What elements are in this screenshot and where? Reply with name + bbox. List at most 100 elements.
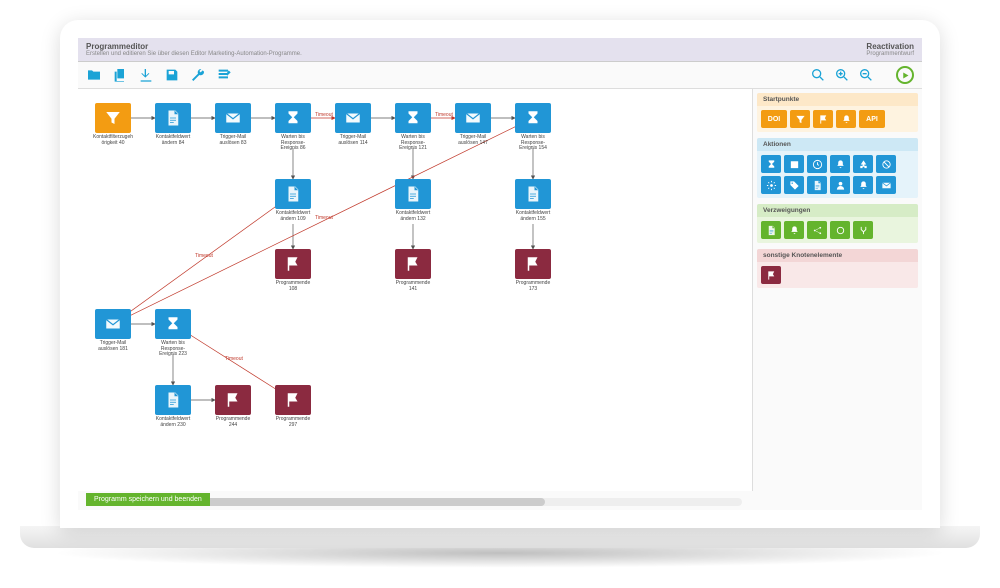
- flow-node[interactable]: Kontaktfeldwert ändern 155: [512, 179, 554, 222]
- node-label: Warten bis Response-Ereignis 154: [512, 135, 554, 152]
- palette-file-icon[interactable]: [761, 221, 781, 239]
- flow-node[interactable]: Warten bis Response-Ereignis 86: [272, 103, 314, 152]
- hourglass-icon: [275, 103, 311, 133]
- flow-node[interactable]: Programmende 297: [272, 385, 314, 428]
- flow-node[interactable]: Kontaktfilterzugehörigkeit 40: [92, 103, 134, 146]
- node-label: Warten bis Response-Ereignis 223: [152, 341, 194, 358]
- palette-split-icon[interactable]: [853, 221, 873, 239]
- palette-tree-icon[interactable]: [853, 155, 873, 173]
- download-icon[interactable]: [138, 67, 154, 83]
- file-icon: [275, 179, 311, 209]
- palette-group-orange: StartpunkteDOIAPI: [757, 93, 918, 132]
- file-icon: [155, 385, 191, 415]
- palette-flag-icon[interactable]: [761, 266, 781, 284]
- save-icon[interactable]: [164, 67, 180, 83]
- flow-node[interactable]: Kontaktfeldwert ändern 132: [392, 179, 434, 222]
- zoom-in-icon[interactable]: [834, 67, 850, 83]
- flow-node[interactable]: Programmende 108: [272, 249, 314, 292]
- palette-doi[interactable]: DOI: [761, 110, 787, 128]
- edge-label: Timeout: [315, 215, 333, 221]
- palette-bell-icon[interactable]: [830, 155, 850, 173]
- palette-group-title: sonstige Knotenelemente: [757, 249, 918, 262]
- flow-node[interactable]: Programmende 141: [392, 249, 434, 292]
- palette-bell-icon[interactable]: [784, 221, 804, 239]
- palette-group-green: Verzweigungen: [757, 204, 918, 243]
- palette-share-icon[interactable]: [807, 221, 827, 239]
- file-icon: [155, 103, 191, 133]
- program-name: Reactivation: [866, 42, 914, 51]
- node-label: Warten bis Response-Ereignis 86: [272, 135, 314, 152]
- node-label: Kontaktfeldwert ändern 84: [152, 135, 194, 146]
- flag-icon: [275, 385, 311, 415]
- wrench-icon[interactable]: [190, 67, 206, 83]
- palette-api[interactable]: API: [859, 110, 885, 128]
- flow-node[interactable]: Programmende 244: [212, 385, 254, 428]
- palette-gear-icon[interactable]: [761, 176, 781, 194]
- edge-label: Timeout: [225, 356, 243, 362]
- hourglass-icon: [515, 103, 551, 133]
- palette-circle-icon[interactable]: [830, 221, 850, 239]
- zoom-reset-icon[interactable]: [810, 67, 826, 83]
- palette-sidebar: StartpunkteDOIAPIAktionenVerzweigungenso…: [752, 89, 922, 491]
- mail-icon: [215, 103, 251, 133]
- palette-group-red: sonstige Knotenelemente: [757, 249, 918, 288]
- checklist-icon[interactable]: [216, 67, 232, 83]
- hourglass-icon: [395, 103, 431, 133]
- flag-icon: [275, 249, 311, 279]
- copy-icon[interactable]: [112, 67, 128, 83]
- node-label: Programmende 108: [272, 281, 314, 292]
- edge-label: Timeout: [315, 112, 333, 118]
- page-subtitle: Erstellen und editieren Sie über diesen …: [86, 51, 302, 57]
- palette-ban-icon[interactable]: [876, 155, 896, 173]
- palette-file-icon[interactable]: [807, 176, 827, 194]
- node-label: Kontaktfeldwert ändern 155: [512, 211, 554, 222]
- node-label: Kontaktfilterzugehörigkeit 40: [92, 135, 134, 146]
- palette-bell-icon[interactable]: [836, 110, 856, 128]
- node-label: Kontaktfeldwert ändern 132: [392, 211, 434, 222]
- node-label: Trigger-Mail auslösen 181: [92, 341, 134, 352]
- flag-icon: [215, 385, 251, 415]
- flow-node[interactable]: Trigger-Mail auslösen 114: [332, 103, 374, 146]
- flow-node[interactable]: Warten bis Response-Ereignis 223: [152, 309, 194, 358]
- save-and-close-button[interactable]: Programm speichern und beenden: [86, 493, 210, 506]
- palette-funnel-icon[interactable]: [790, 110, 810, 128]
- palette-group-title: Verzweigungen: [757, 204, 918, 217]
- flow-canvas[interactable]: Kontaktfilterzugehörigkeit 40 Kontaktfeld…: [78, 89, 752, 491]
- mail-icon: [335, 103, 371, 133]
- flow-node[interactable]: Kontaktfeldwert ändern 109: [272, 179, 314, 222]
- palette-tag-icon[interactable]: [784, 176, 804, 194]
- palette-hourglass-icon[interactable]: [761, 155, 781, 173]
- folder-icon[interactable]: [86, 67, 102, 83]
- mail-icon: [455, 103, 491, 133]
- funnel-icon: [95, 103, 131, 133]
- palette-group-blue: Aktionen: [757, 138, 918, 198]
- hourglass-icon: [155, 309, 191, 339]
- flow-node[interactable]: Programmende 173: [512, 249, 554, 292]
- palette-mail-icon[interactable]: [876, 176, 896, 194]
- flow-node[interactable]: Trigger-Mail auslösen 181: [92, 309, 134, 352]
- palette-clock-icon[interactable]: [807, 155, 827, 173]
- zoom-out-icon[interactable]: [858, 67, 874, 83]
- flow-node[interactable]: Kontaktfeldwert ändern 230: [152, 385, 194, 428]
- flow-node[interactable]: Trigger-Mail auslösen 83: [212, 103, 254, 146]
- node-label: Kontaktfeldwert ändern 109: [272, 211, 314, 222]
- node-label: Warten bis Response-Ereignis 121: [392, 135, 434, 152]
- flow-node[interactable]: Warten bis Response-Ereignis 121: [392, 103, 434, 152]
- flag-icon: [515, 249, 551, 279]
- node-label: Kontaktfeldwert ändern 230: [152, 417, 194, 428]
- palette-bell2-icon[interactable]: [853, 176, 873, 194]
- flow-node[interactable]: Warten bis Response-Ereignis 154: [512, 103, 554, 152]
- flow-node[interactable]: Kontaktfeldwert ändern 84: [152, 103, 194, 146]
- edge-label: Timeout: [195, 253, 213, 259]
- edge-label: Timeout: [435, 112, 453, 118]
- run-button[interactable]: [896, 66, 914, 84]
- header: Programmeditor Erstellen und editieren S…: [78, 38, 922, 62]
- palette-user-icon[interactable]: [830, 176, 850, 194]
- palette-flag-icon[interactable]: [813, 110, 833, 128]
- mail-icon: [95, 309, 131, 339]
- file-icon: [515, 179, 551, 209]
- flow-node[interactable]: Trigger-Mail auslösen 147: [452, 103, 494, 146]
- toolbar: [78, 62, 922, 89]
- page-title: Programmeditor: [86, 42, 302, 51]
- palette-calendar-icon[interactable]: [784, 155, 804, 173]
